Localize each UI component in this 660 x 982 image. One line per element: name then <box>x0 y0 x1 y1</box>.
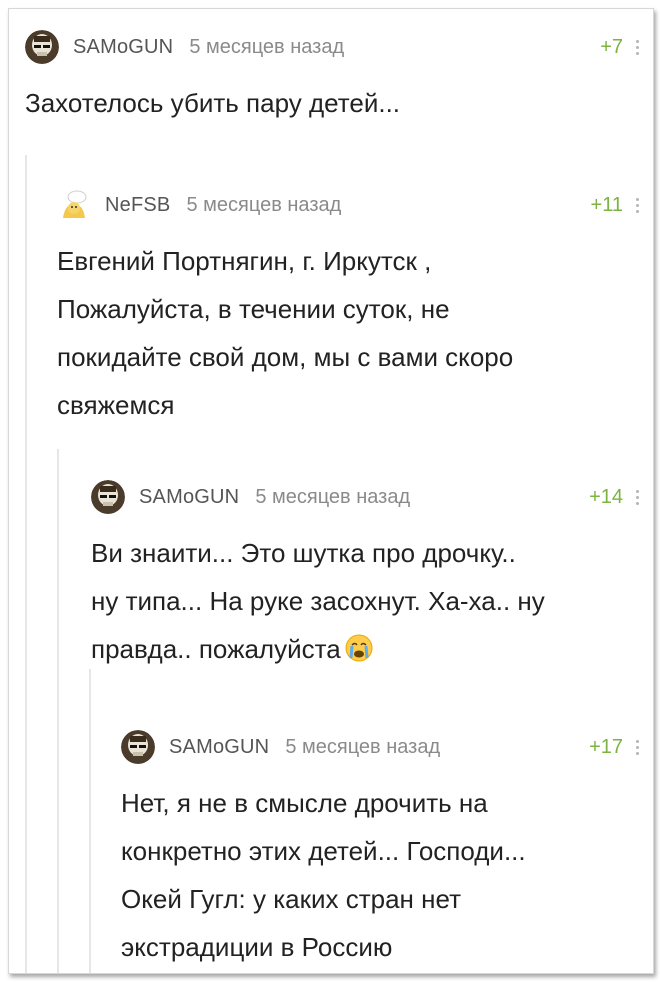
comments-frame: SAMoGUN 5 месяцев назад +7 Захотелось уб… <box>8 8 654 974</box>
username[interactable]: SAMoGUN <box>73 36 173 59</box>
comment-line: Захотелось убить пару детей... <box>25 88 401 118</box>
comment-text: Ви знаити... Это шутка про дрочку.. ну т… <box>91 529 545 673</box>
comment-text: Нет, я не в смысле дрочить на конкретно … <box>121 779 526 971</box>
more-icon[interactable] <box>636 40 639 55</box>
comment-1: SAMoGUN 5 месяцев назад +7 Захотелось уб… <box>25 29 653 139</box>
comment-header: SAMoGUN 5 месяцев назад +17 <box>121 729 653 765</box>
more-icon[interactable] <box>636 198 639 213</box>
username[interactable]: NeFSB <box>105 194 170 217</box>
comment-line: экстрадиции в Россию <box>121 932 393 962</box>
comment-3: SAMoGUN 5 месяцев назад +14 Ви знаити...… <box>91 479 653 669</box>
more-icon[interactable] <box>636 490 639 505</box>
timestamp: 5 месяцев назад <box>189 35 345 58</box>
cartoon-avatar-icon[interactable] <box>57 188 91 222</box>
thread-line-2[interactable] <box>57 449 59 973</box>
rating: +11 <box>590 193 623 216</box>
rating: +7 <box>600 35 623 58</box>
timestamp: 5 месяцев назад <box>186 193 342 216</box>
thread-line-1[interactable] <box>25 155 27 973</box>
comment-line: конкретно этих детей... Господи... <box>121 836 526 866</box>
comment-line: Ви знаити... Это шутка про дрочку.. <box>91 538 516 568</box>
comment-line: покидайте свой дом, мы с вами скоро <box>57 342 514 372</box>
comment-text: Евгений Портнягин, г. Иркутск , Пожалуйс… <box>57 237 513 429</box>
username[interactable]: SAMoGUN <box>139 486 239 509</box>
comment-line: свяжемся <box>57 390 175 420</box>
comment-line: Евгений Портнягин, г. Иркутск , <box>57 246 432 276</box>
comment-2: NeFSB 5 месяцев назад +11 Евгений Портня… <box>57 187 653 427</box>
comment-line: Пожалуйста, в течении суток, не <box>57 294 450 324</box>
rating: +17 <box>589 735 623 758</box>
skull-avatar-icon[interactable] <box>121 730 155 764</box>
timestamp: 5 месяцев назад <box>255 485 411 508</box>
rating: +14 <box>589 485 623 508</box>
comment-header: SAMoGUN 5 месяцев назад +7 <box>25 29 653 65</box>
username[interactable]: SAMoGUN <box>169 736 269 759</box>
comment-text: Захотелось убить пару детей... <box>25 79 400 127</box>
comment-header: NeFSB 5 месяцев назад +11 <box>57 187 653 223</box>
thread-line-3[interactable] <box>89 669 91 973</box>
comment-line: Окей Гугл: у каких стран нет <box>121 884 461 914</box>
comment-header: SAMoGUN 5 месяцев назад +14 <box>91 479 653 515</box>
comment-line: Нет, я не в смысле дрочить на <box>121 788 488 818</box>
timestamp: 5 месяцев назад <box>285 735 441 758</box>
comment-line: правда.. пожалуйста <box>91 634 341 664</box>
comment-line: ну типа... На руке засохнут. Ха-ха.. ну <box>91 586 545 616</box>
comment-line-with-emoji: правда.. пожалуйста <box>91 625 545 673</box>
crying-face-emoji <box>345 629 373 677</box>
skull-avatar-icon[interactable] <box>25 30 59 64</box>
skull-avatar-icon[interactable] <box>91 480 125 514</box>
more-icon[interactable] <box>636 740 639 755</box>
comment-4: SAMoGUN 5 месяцев назад +17 Нет, я не в … <box>121 729 653 973</box>
